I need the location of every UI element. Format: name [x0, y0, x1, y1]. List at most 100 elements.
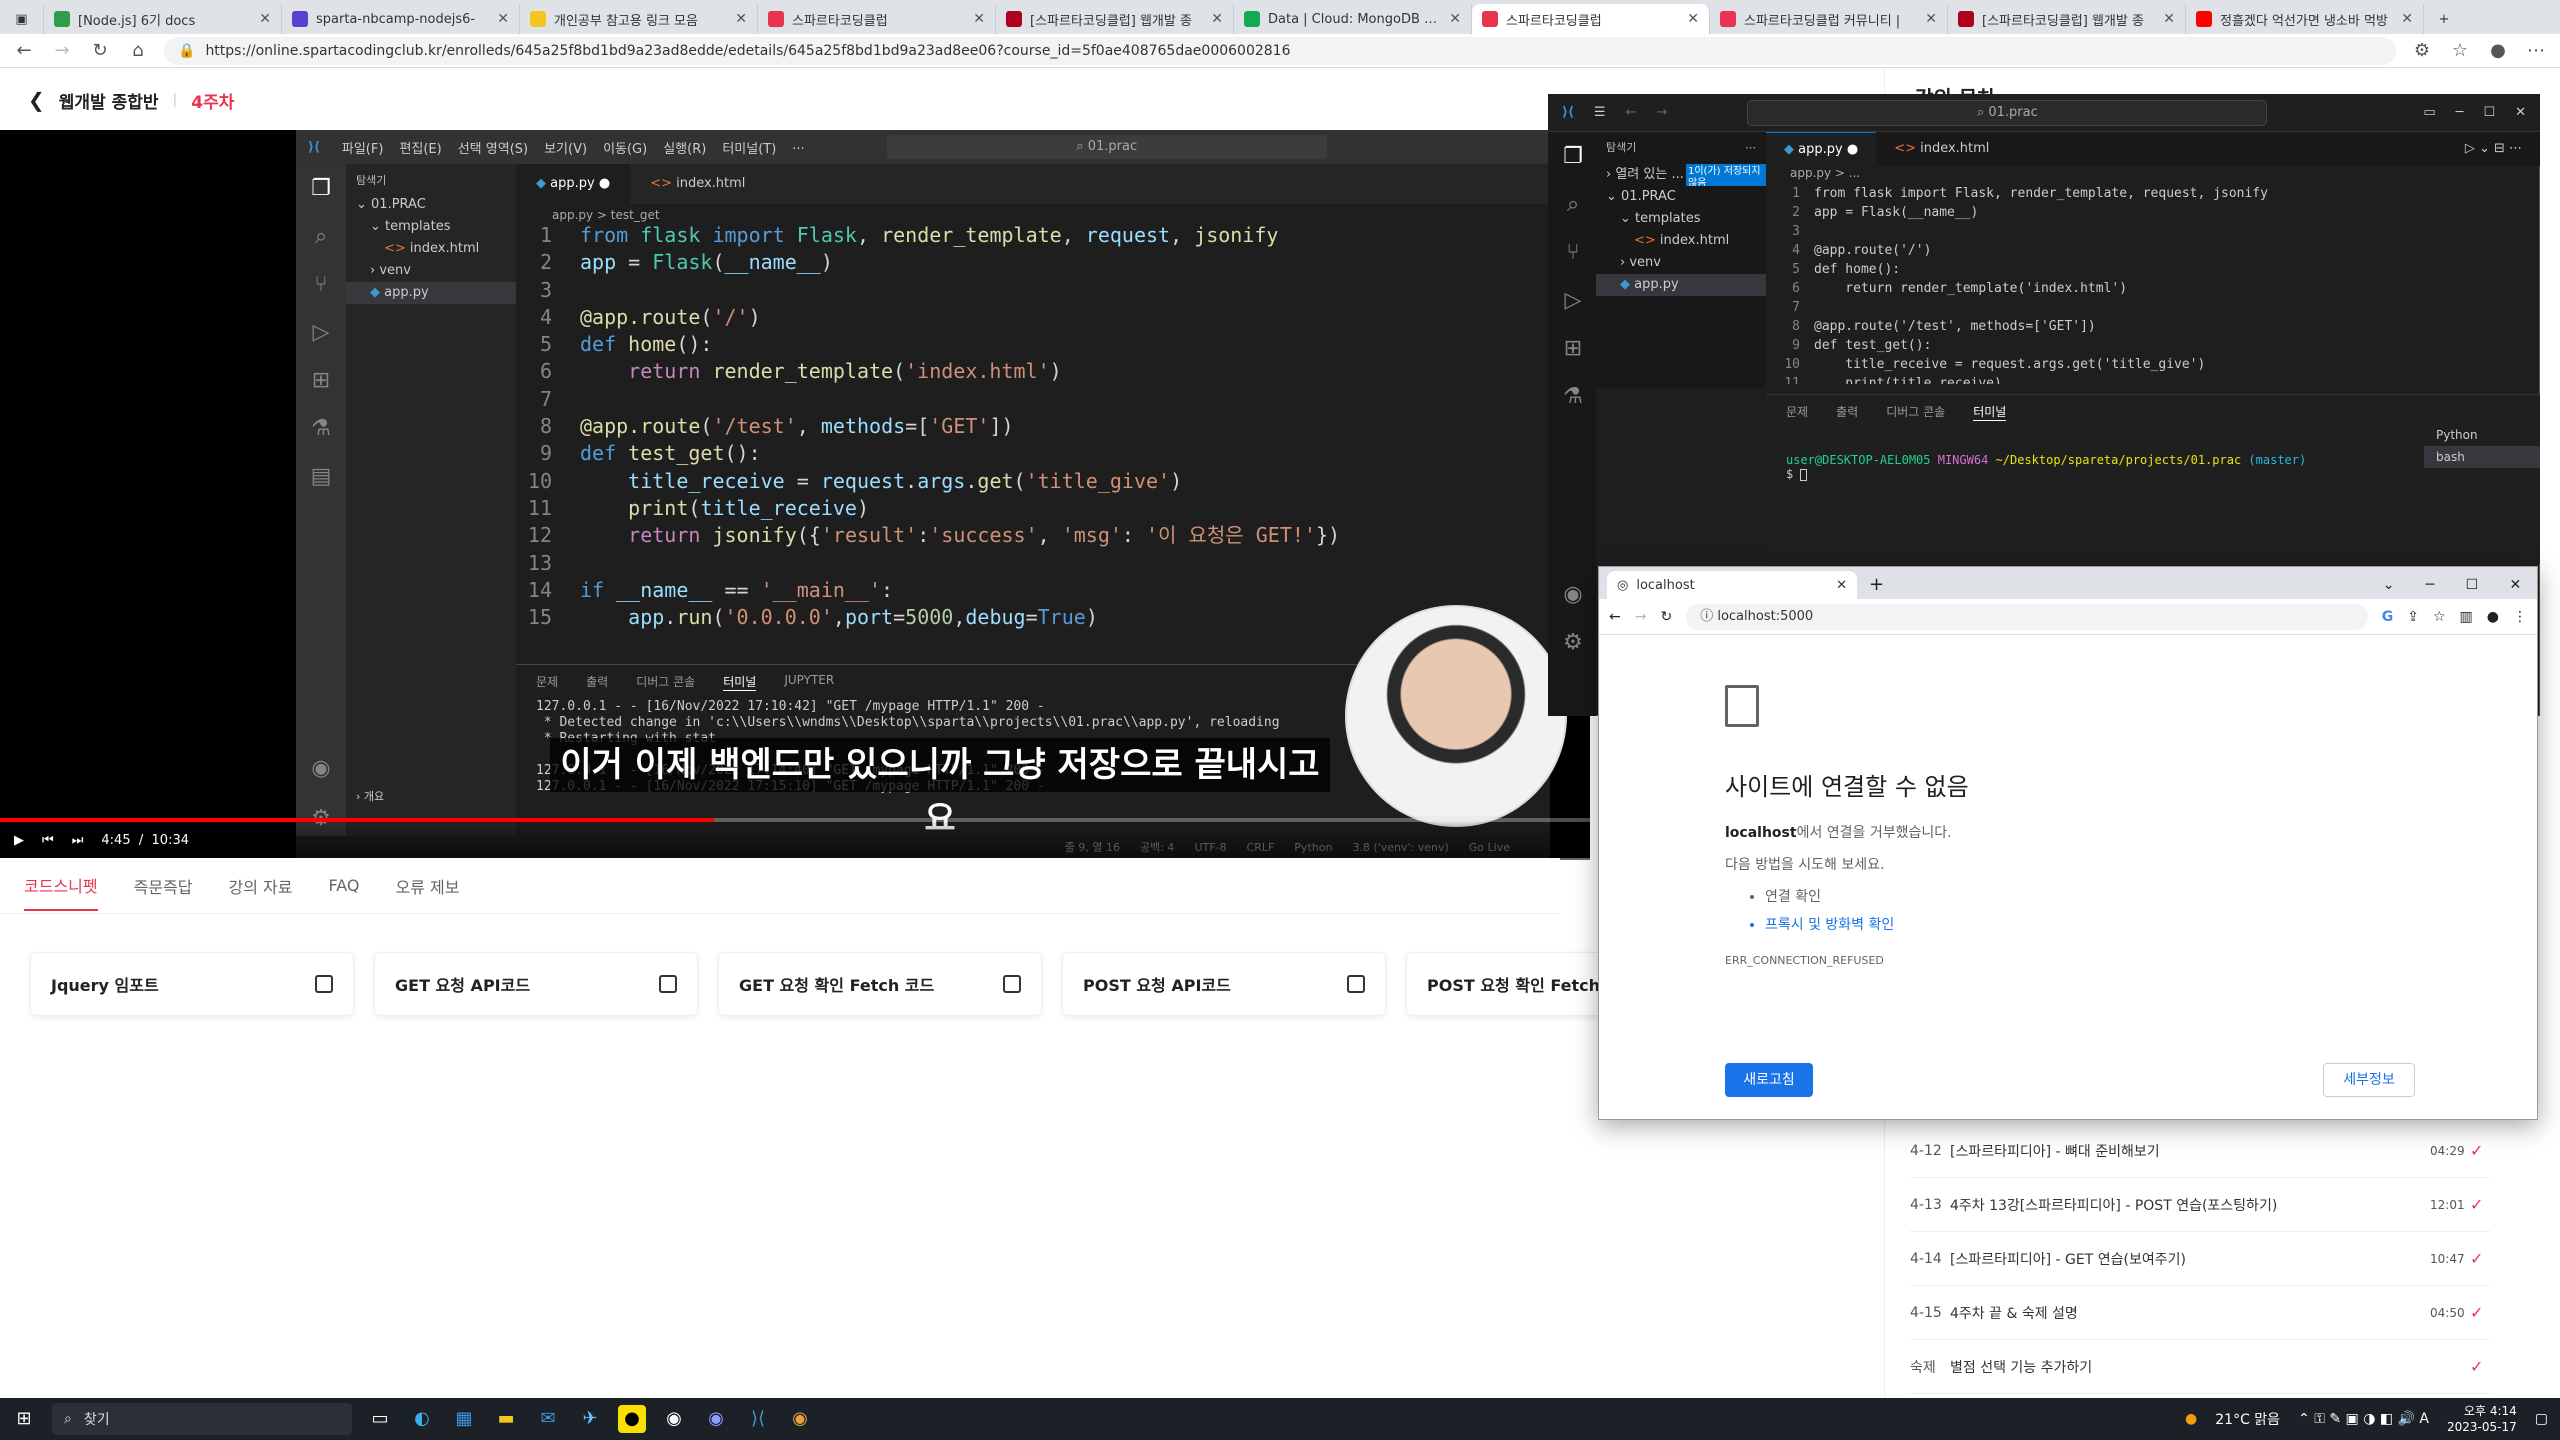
code-editor[interactable]: 1 from flask import Flask, render_templat… — [1766, 184, 2466, 384]
next-icon[interactable]: ⏭ — [72, 833, 84, 848]
reload-icon[interactable]: ↻ — [1660, 609, 1672, 625]
details-button[interactable]: 세부정보 — [2323, 1063, 2415, 1097]
lecture-tab[interactable]: 강의 자료 — [229, 874, 293, 898]
sidepanel-icon[interactable]: ▥ — [2460, 609, 2473, 625]
lesson-item[interactable]: 4-13 4주차 13강[스파르타피디아] - POST 연습(포스팅하기) 12:… — [1910, 1178, 2490, 1232]
code-line[interactable]: 9 def test_get(): — [1766, 336, 2466, 355]
close-icon[interactable]: ✕ — [2510, 571, 2522, 599]
explorer-item[interactable]: › venv — [1596, 252, 1766, 274]
snippet-card[interactable]: GET 요청 확인 Fetch 코드 — [718, 952, 1042, 1016]
kakaotalk-icon[interactable]: ● — [618, 1405, 646, 1433]
lecture-tab[interactable]: 코드스니펫 — [24, 873, 98, 911]
browser-tab[interactable]: 스파르타코딩클럽 커뮤니티 | ✕ — [1710, 4, 1948, 34]
hamburger-menu-icon[interactable]: ☰ — [1594, 105, 1606, 120]
address-bar[interactable]: 🔒 https://online.spartacodingclub.kr/enr… — [164, 36, 2396, 65]
lecture-tab[interactable]: FAQ — [328, 876, 359, 895]
lesson-item[interactable]: 4-15 4주차 끝 & 숙제 설명 04:50 ✓ — [1910, 1286, 2490, 1340]
tab-close-icon[interactable]: ✕ — [1449, 11, 1461, 27]
code-line[interactable]: 5 def home(): — [1766, 260, 2466, 279]
editor-tab-index-html[interactable]: <> index.html — [1876, 132, 2007, 166]
explorer-item[interactable]: ⌄ templates — [1596, 208, 1766, 230]
code-line[interactable]: 6 return render_template('index.html') — [1766, 279, 2466, 298]
tab-search-icon[interactable]: ⌄ — [2383, 571, 2395, 599]
chrome-icon[interactable]: ◉ — [786, 1405, 814, 1433]
browser-tab[interactable]: 정흘겠다 억선가면 냉소바 먹방 ✕ — [2186, 4, 2424, 34]
store-icon[interactable]: ▦ — [450, 1405, 478, 1433]
snippet-card[interactable]: GET 요청 API코드 — [374, 952, 698, 1016]
maximize-icon[interactable]: ☐ — [2483, 105, 2495, 120]
snippet-card[interactable]: POST 요청 API코드 — [1062, 952, 1386, 1016]
code-line[interactable]: 3 — [1766, 222, 2466, 241]
open-editors-section[interactable]: › 열려 있는 ... 1이(가) 저장되지 않음 — [1596, 164, 1766, 186]
manage-gear-icon[interactable]: ⚙ — [1548, 618, 1598, 666]
address-bar[interactable]: ⓘ localhost:5000 — [1686, 603, 2368, 630]
menu-icon[interactable]: ⋮ — [2513, 609, 2527, 625]
browser-tab[interactable]: [스파르타코딩클럽] 웹개발 종 ✕ — [1948, 4, 2186, 34]
code-line[interactable]: 7 — [1766, 298, 2466, 317]
tab-close-icon[interactable]: ✕ — [497, 11, 509, 27]
home-icon[interactable]: ⌂ — [126, 40, 150, 61]
explorer-item[interactable]: ⌄ 01.PRAC — [1596, 186, 1766, 208]
browser-tab[interactable]: [Node.js] 6기 docs ✕ — [44, 4, 282, 34]
lesson-item[interactable]: 4-14 [스파르타피디아] - GET 연습(보여주기) 10:47 ✓ — [1910, 1232, 2490, 1286]
task-view-icon[interactable]: ▭ — [366, 1405, 394, 1433]
extensions-icon[interactable]: ⚙ — [2410, 40, 2434, 61]
code-line[interactable]: 8 @app.route('/test', methods=['GET']) — [1766, 317, 2466, 336]
browser-tab[interactable]: [스파르타코딩클럽] 웹개발 종 ✕ — [996, 4, 1234, 34]
tab-list-button[interactable]: ▣ — [0, 4, 44, 34]
chrome-tab-localhost[interactable]: ◎ localhost ✕ — [1607, 571, 1857, 599]
menu-icon[interactable]: ⋯ — [2524, 40, 2548, 61]
mail-icon[interactable]: ✉ — [534, 1405, 562, 1433]
file-explorer-icon[interactable]: ▬ — [492, 1405, 520, 1433]
copy-icon[interactable] — [1347, 975, 1365, 993]
browser-tab[interactable]: Data | Cloud: MongoDB Cloud ✕ — [1234, 4, 1472, 34]
google-icon[interactable]: G — [2382, 609, 2394, 625]
minimize-icon[interactable]: ─ — [2426, 571, 2434, 599]
maximize-icon[interactable]: ☐ — [2466, 571, 2479, 599]
nav-back-icon[interactable]: ← — [1626, 105, 1637, 120]
source-control-icon[interactable]: ⑂ — [1548, 228, 1598, 276]
back-icon[interactable]: ← — [12, 40, 36, 61]
snippet-card[interactable]: Jquery 임포트 — [30, 952, 354, 1016]
profile-icon[interactable]: ● — [2486, 40, 2510, 61]
new-tab-button[interactable]: + — [2424, 4, 2464, 34]
tab-close-icon[interactable]: ✕ — [1687, 11, 1699, 27]
run-file-icon[interactable]: ▷ ⌄ ⊟ ⋯ — [2447, 132, 2540, 166]
browser-tab[interactable]: 개인공부 참고용 링크 모음 ✕ — [520, 4, 758, 34]
panel-tab[interactable]: 문제 — [1786, 403, 1808, 421]
video-progress-bar[interactable] — [0, 818, 1590, 822]
back-icon[interactable]: ← — [1609, 609, 1621, 625]
tab-close-icon[interactable]: ✕ — [1836, 578, 1847, 593]
reload-button[interactable]: 새로고침 — [1725, 1063, 1813, 1097]
lecture-tab[interactable]: 오류 제보 — [395, 874, 459, 898]
panel-tab[interactable]: 출력 — [1836, 403, 1858, 421]
browser-tab[interactable]: 스파르타코딩클럽 ✕ — [758, 4, 996, 34]
bird-app-icon[interactable]: ✈ — [576, 1405, 604, 1433]
run-debug-icon[interactable]: ▷ — [1548, 276, 1598, 324]
close-icon[interactable]: ✕ — [2515, 105, 2526, 120]
tab-close-icon[interactable]: ✕ — [259, 11, 271, 27]
forward-icon[interactable]: → — [50, 40, 74, 61]
taskbar-search[interactable]: ⌕ 찾기 — [52, 1403, 352, 1435]
tray-icons[interactable]: ⌃ ⚿ ✎ ▣ ◑ ◧ 🔊 A — [2298, 1411, 2429, 1427]
lesson-item[interactable]: 숙제 별점 선택 기능 추가하기 ✓ — [1910, 1340, 2490, 1394]
code-line[interactable]: 10 title_receive = request.args.get('tit… — [1766, 355, 2466, 374]
browser-tab[interactable]: sparta-nbcamp-nodejs6- ✕ — [282, 4, 520, 34]
code-line[interactable]: 1 from flask import Flask, render_templat… — [1766, 184, 2466, 203]
layout-toggle-icon[interactable]: ▭ — [2423, 105, 2435, 120]
panel-tab[interactable]: 터미널 — [1973, 403, 2007, 421]
copy-icon[interactable] — [315, 975, 333, 993]
copy-icon[interactable] — [1003, 975, 1021, 993]
lesson-item[interactable]: 4-12 [스파르타피디아] - 뼈대 준비해보기 04:29 ✓ — [1910, 1124, 2490, 1178]
minimize-icon[interactable]: ─ — [2456, 105, 2464, 120]
shell-item[interactable]: Python — [2424, 424, 2540, 446]
reload-icon[interactable]: ↻ — [88, 40, 112, 61]
browser-tab[interactable]: 스파르타코딩클럽 ✕ — [1472, 4, 1710, 34]
forward-icon[interactable]: → — [1635, 609, 1647, 625]
account-icon[interactable]: ◉ — [1548, 570, 1598, 618]
explorer-item[interactable]: ◆ app.py — [1596, 274, 1766, 296]
vscode-icon[interactable]: ⟩⟨ — [744, 1405, 772, 1433]
favorites-icon[interactable]: ☆ — [2448, 40, 2472, 61]
code-line[interactable]: 11 print(title_receive) — [1766, 374, 2466, 384]
tab-close-icon[interactable]: ✕ — [2163, 11, 2175, 27]
